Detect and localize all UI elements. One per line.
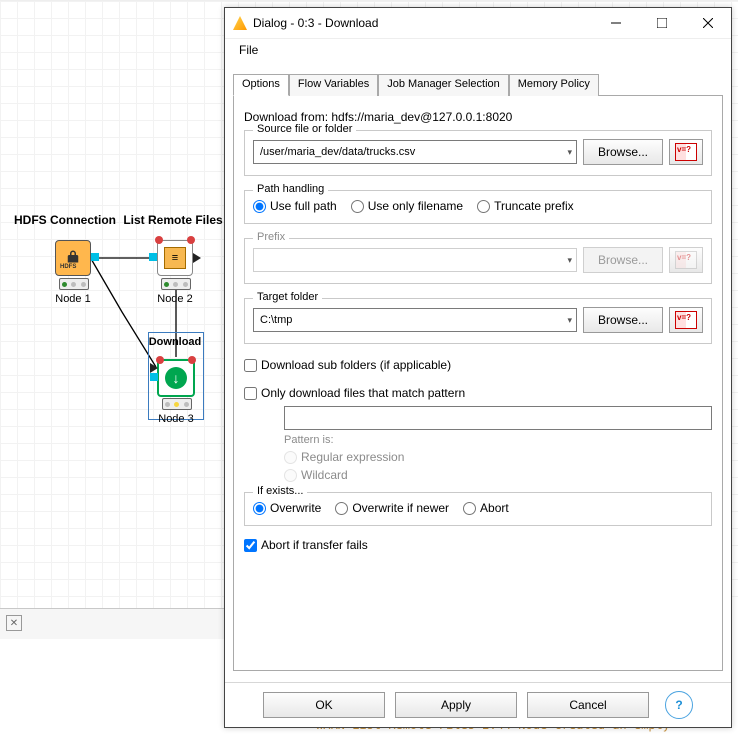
flow-var-in-icon [155,236,163,244]
flowvar-icon [675,143,697,161]
cancel-button[interactable]: Cancel [527,692,649,718]
source-legend: Source file or folder [253,123,356,135]
data-in-port[interactable] [150,363,158,373]
download-icon: ↓ [165,367,187,389]
check-abort-transfer-fails[interactable]: Abort if transfer fails [244,538,712,552]
download-from-label: Download from: hdfs://maria_dev@127.0.0.… [244,110,712,124]
prefix-browse-button: Browse... [583,247,663,273]
radio-truncate-prefix[interactable]: Truncate prefix [477,199,574,213]
node-status [161,278,191,290]
prefix-combo: ▾ [253,248,577,272]
radio-overwrite[interactable]: Overwrite [253,501,321,515]
source-path-combo[interactable]: /user/maria_dev/data/trucks.csv ▾ [253,140,577,164]
target-folder-combo[interactable]: C:\tmp ▾ [253,308,577,332]
out-port[interactable] [193,253,201,263]
radio-wildcard: Wildcard [284,468,712,482]
menu-file[interactable]: File [233,41,264,59]
chevron-down-icon: ▾ [567,315,572,326]
app-icon [233,16,247,30]
apply-button[interactable]: Apply [395,692,517,718]
node3-title: Download [148,336,202,348]
maximize-icon [657,18,667,28]
options-panel: Download from: hdfs://maria_dev@127.0.0.… [233,96,723,671]
tab-memory-policy[interactable]: Memory Policy [509,74,599,96]
list-icon: ≡ [164,247,186,269]
minimize-button[interactable] [593,8,639,38]
menu-bar: File [225,39,731,61]
minimize-icon [611,18,621,28]
radio-abort[interactable]: Abort [463,501,509,515]
node-hdfs-connection[interactable]: HDFS Node 1 [55,240,91,276]
help-button[interactable]: ? [665,691,693,719]
node2-title: List Remote Files [123,213,222,227]
node-label: Node 2 [145,293,205,305]
check-match-pattern[interactable]: Only download files that match pattern [244,386,712,400]
ok-button[interactable]: OK [263,692,385,718]
prefix-legend: Prefix [253,231,289,243]
hdfs-badge: HDFS [60,264,76,270]
node-label: Node 3 [146,413,206,425]
flow-var-out-icon [187,236,195,244]
prefix-flowvar-button [669,247,703,273]
chevron-down-icon: ▾ [567,255,572,266]
ifexists-legend: If exists... [253,485,307,497]
flowvar-icon [675,251,697,269]
pattern-input [284,406,712,430]
target-folder-value: C:\tmp [260,314,292,326]
radio-use-only-filename[interactable]: Use only filename [351,199,463,213]
target-flowvar-button[interactable] [669,307,703,333]
pattern-is-label: Pattern is: [284,434,712,446]
node-status [162,398,192,410]
target-browse-button[interactable]: Browse... [583,307,663,333]
dialog-title: Dialog - 0:3 - Download [253,16,593,30]
close-button[interactable] [685,8,731,38]
out-port[interactable] [91,253,99,261]
title-bar[interactable]: Dialog - 0:3 - Download [225,8,731,39]
configure-dialog: Dialog - 0:3 - Download File Options Flo… [224,7,732,728]
dialog-footer: OK Apply Cancel ? [225,682,731,727]
path-handling-legend: Path handling [253,183,328,195]
radio-use-full-path[interactable]: Use full path [253,199,337,213]
source-flowvar-button[interactable] [669,139,703,165]
bottom-pane: ✕ [0,608,224,639]
flow-var-out-icon [188,356,196,364]
flowvar-icon [675,311,697,329]
tab-options[interactable]: Options [233,74,289,96]
node-list-remote-files[interactable]: ≡ Node 2 [157,240,193,276]
node1-title: HDFS Connection [14,213,116,227]
chevron-down-icon: ▾ [567,147,572,158]
maximize-button[interactable] [639,8,685,38]
radio-regex: Regular expression [284,450,712,464]
node-status [59,278,89,290]
radio-overwrite-newer[interactable]: Overwrite if newer [335,501,449,515]
check-download-subfolders[interactable]: Download sub folders (if applicable) [244,358,712,372]
in-port[interactable] [149,253,157,261]
source-path-value: /user/maria_dev/data/trucks.csv [260,146,415,158]
close-icon [703,18,713,28]
close-panel-icon[interactable]: ✕ [6,615,22,631]
target-legend: Target folder [253,291,322,303]
tab-flow-variables[interactable]: Flow Variables [289,74,378,96]
node-label: Node 1 [43,293,103,305]
tab-job-manager[interactable]: Job Manager Selection [378,74,509,96]
in-port[interactable] [150,373,158,381]
source-browse-button[interactable]: Browse... [583,139,663,165]
node-download[interactable]: ↓ Node 3 [157,359,195,397]
